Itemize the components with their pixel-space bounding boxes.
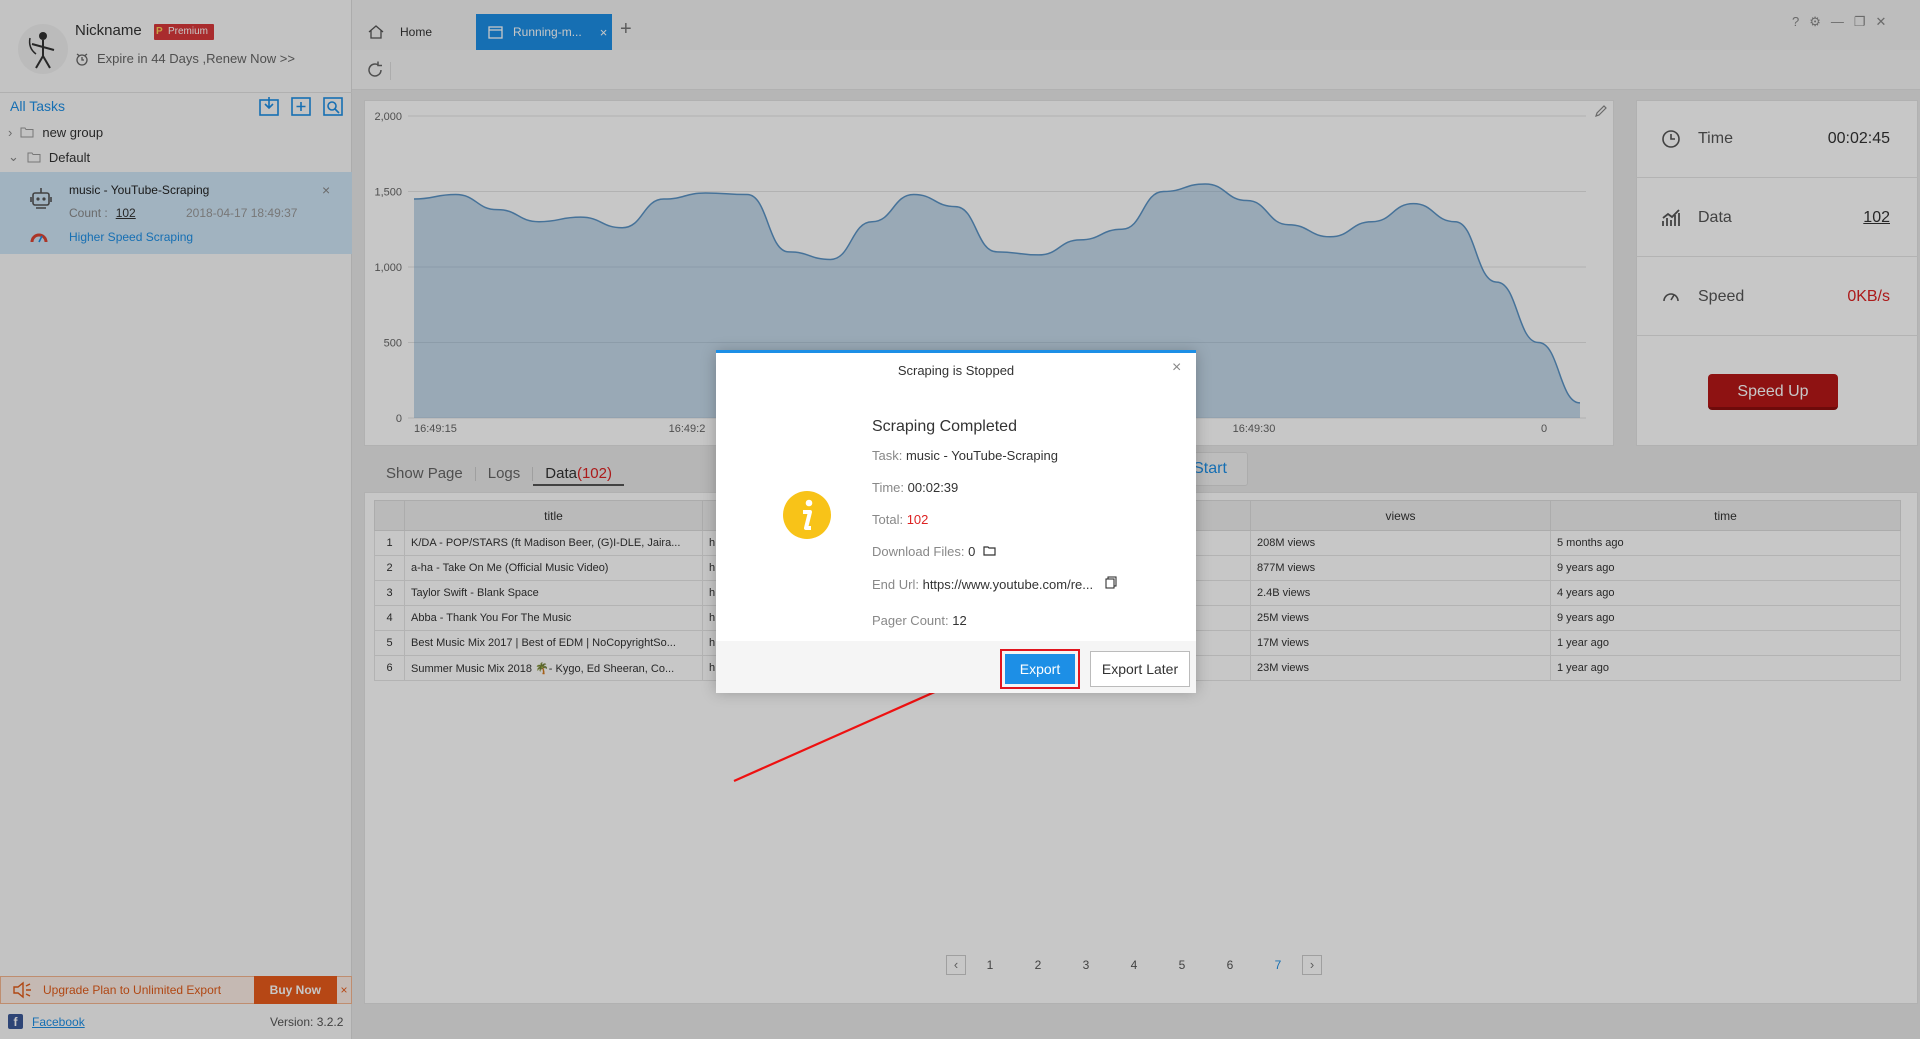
scraping-stopped-dialog: Scraping is Stopped × Scraping Completed… xyxy=(716,350,1196,693)
dialog-time-row: Time: 00:02:39 xyxy=(872,480,958,495)
dialog-task-row: Task: music - YouTube-Scraping xyxy=(872,448,1058,463)
field-value: 12 xyxy=(952,613,967,628)
field-value: 102 xyxy=(906,512,929,527)
folder-open-icon[interactable] xyxy=(983,545,997,556)
dialog-title: Scraping is Stopped xyxy=(897,363,1015,378)
export-later-button[interactable]: Export Later xyxy=(1090,651,1190,687)
dialog-pager-row: Pager Count: 12 xyxy=(872,613,967,628)
field-value: 00:02:39 xyxy=(907,480,959,495)
dialog-heading: Scraping Completed xyxy=(872,418,1017,435)
export-button[interactable]: Export xyxy=(1000,649,1080,689)
field-value: 0 xyxy=(968,544,976,559)
field-value: https://www.youtube.com/re... xyxy=(922,577,1094,592)
dialog-total-row: Total: 102 xyxy=(872,512,928,527)
field-label: Pager Count: xyxy=(872,613,949,628)
field-label: End Url: xyxy=(872,577,919,592)
info-icon xyxy=(783,491,831,539)
field-label: Time: xyxy=(872,480,905,495)
field-label: Total: xyxy=(872,512,904,527)
copy-icon[interactable] xyxy=(1105,576,1117,589)
close-icon[interactable]: × xyxy=(1172,359,1181,377)
field-label: Download Files: xyxy=(872,544,965,559)
field-label: Task: xyxy=(872,448,903,463)
dialog-download-row: Download Files: 0 xyxy=(872,544,997,559)
dialog-url-row: End Url: https://www.youtube.com/re... xyxy=(872,576,1117,592)
export-button-label[interactable]: Export xyxy=(1005,654,1075,684)
field-value: music - YouTube-Scraping xyxy=(905,448,1058,463)
